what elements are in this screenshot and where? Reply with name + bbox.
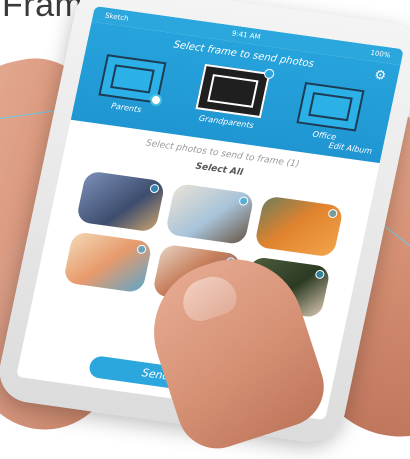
clock-label: 9:41 AM (231, 29, 262, 42)
edit-album-link[interactable]: Edit Album (328, 141, 373, 156)
battery-label: 100% (369, 48, 392, 60)
frame-icon (195, 63, 276, 119)
frame-parents[interactable]: Parents (96, 54, 167, 116)
checkbox-icon (238, 196, 250, 207)
checkbox-icon (136, 244, 147, 255)
frame-grandparents[interactable]: Grandparents (193, 63, 276, 131)
frame-label: Parents (110, 101, 143, 115)
carrier-label: Sketch (104, 11, 130, 23)
gear-icon[interactable]: ⚙ (373, 68, 388, 84)
callout-dot-frame (150, 94, 162, 106)
frame-label: Office (311, 129, 337, 142)
photo-thumbnail[interactable] (75, 170, 166, 233)
photo-thumbnail[interactable] (62, 231, 153, 294)
checkbox-icon (314, 269, 326, 280)
checkbox-icon (149, 183, 160, 194)
photo-thumbnail[interactable] (164, 182, 255, 246)
selected-indicator (263, 68, 276, 80)
frame-icon (296, 81, 365, 132)
photo-thumbnail[interactable] (253, 195, 344, 258)
checkbox-icon (327, 208, 339, 219)
frame-office[interactable]: Office (294, 81, 365, 144)
